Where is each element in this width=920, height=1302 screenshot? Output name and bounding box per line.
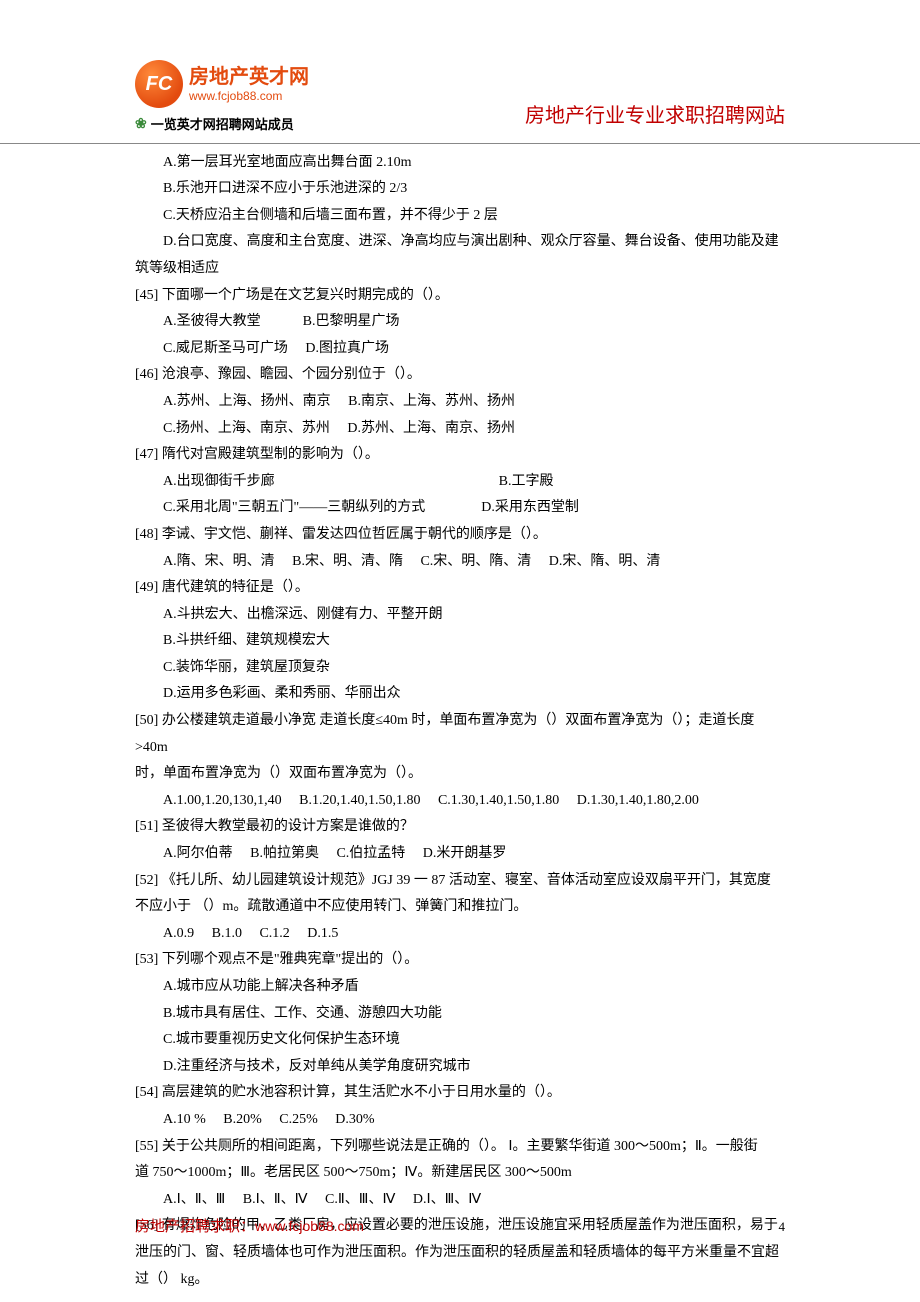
text-line: [50] 办公楼建筑走道最小净宽 走道长度≤40m 时，单面布置净宽为（）双面布…: [135, 708, 785, 761]
text-line: [49] 唐代建筑的特征是（）。: [135, 575, 785, 602]
text-line: A.隋、宋、明、清 B.宋、明、清、隋 C.宋、明、隋、清 D.宋、隋、明、清: [135, 549, 785, 576]
footer-url: www.fcjob88.com: [255, 1218, 364, 1234]
text-line: D.台口宽度、高度和主台宽度、进深、净高均应与演出剧种、观众厅容量、舞台设备、使…: [135, 229, 785, 256]
logo-url: www.fcjob88.com: [189, 89, 309, 103]
text-line: A.10 % B.20% C.25% D.30%: [135, 1107, 785, 1134]
text-line: A.Ⅰ、Ⅱ、Ⅲ B.Ⅰ、Ⅱ、Ⅳ C.Ⅱ、Ⅲ、Ⅳ D.Ⅰ、Ⅲ、Ⅳ: [135, 1187, 785, 1214]
text-line: D.注重经济与技术，反对单纯从美学角度研究城市: [135, 1054, 785, 1081]
text-line: A.出现御街千步廊 B.工字殿: [135, 469, 785, 496]
page-number: 4: [779, 1215, 786, 1240]
text-line: [53] 下列哪个观点不是"雅典宪章"提出的（）。: [135, 947, 785, 974]
text-line: A.圣彼得大教堂 B.巴黎明星广场: [135, 309, 785, 336]
text-line: 道 750～1000m；Ⅲ。老居民区 500～750m；Ⅳ。新建居民区 300～…: [135, 1160, 785, 1187]
logo-row: FC 房地产英才网 www.fcjob88.com: [135, 60, 309, 108]
page-footer: 房地产招聘求职：www.fcjob88.com 4: [135, 1213, 785, 1242]
text-line: C.扬州、上海、南京、苏州 D.苏州、上海、南京、扬州: [135, 416, 785, 443]
text-line: C.采用北周"三朝五门"——三朝纵列的方式 D.采用东西堂制: [135, 495, 785, 522]
text-line: 泄压的门、窗、轻质墙体也可作为泄压面积。作为泄压面积的轻质屋盖和轻质墙体的每平方…: [135, 1240, 785, 1267]
logo-text: 房地产英才网 www.fcjob88.com: [189, 65, 309, 103]
text-line: A.0.9 B.1.0 C.1.2 D.1.5: [135, 921, 785, 948]
text-line: A.第一层耳光室地面应高出舞台面 2.10m: [135, 150, 785, 177]
text-line: C.装饰华丽，建筑屋顶复杂: [135, 655, 785, 682]
page-header: FC 房地产英才网 www.fcjob88.com ❀ 一览英才网招聘网站成员 …: [0, 0, 920, 144]
logo-block: FC 房地产英才网 www.fcjob88.com ❀ 一览英才网招聘网站成员: [135, 60, 309, 139]
footer-left: 房地产招聘求职：www.fcjob88.com: [135, 1213, 364, 1242]
text-line: [52] 《托儿所、幼儿园建筑设计规范》JGJ 39 一 87 活动室、寝室、音…: [135, 868, 785, 895]
text-line: [45] 下面哪一个广场是在文艺复兴时期完成的（）。: [135, 283, 785, 310]
text-line: [51] 圣彼得大教堂最初的设计方案是谁做的？: [135, 814, 785, 841]
logo-subtitle: ❀ 一览英才网招聘网站成员: [135, 112, 294, 139]
text-line: D.运用多色彩画、柔和秀丽、华丽出众: [135, 681, 785, 708]
text-line: 不应小于 （）m。疏散通道中不应使用转门、弹簧门和推拉门。: [135, 894, 785, 921]
text-line: B.城市具有居住、工作、交通、游憩四大功能: [135, 1001, 785, 1028]
text-line: A.苏州、上海、扬州、南京 B.南京、上海、苏州、扬州: [135, 389, 785, 416]
text-line: A.阿尔伯蒂 B.帕拉第奥 C.伯拉孟特 D.米开朗基罗: [135, 841, 785, 868]
logo-cn: 房地产英才网: [189, 65, 309, 89]
text-line: A.1.00,1.20,130,1,40 B.1.20,1.40,1.50,1.…: [135, 788, 785, 815]
footer-label: 房地产招聘求职：: [135, 1219, 255, 1235]
logo-badge: FC: [135, 60, 183, 108]
text-line: B.斗拱纤细、建筑规模宏大: [135, 628, 785, 655]
leaf-icon: ❀: [135, 112, 147, 139]
text-line: [55] 关于公共厕所的相间距离，下列哪些说法是正确的（）。 Ⅰ。主要繁华街道 …: [135, 1134, 785, 1161]
text-line: [48] 李诫、宇文恺、蒯祥、雷发达四位哲匠属于朝代的顺序是（）。: [135, 522, 785, 549]
text-line: C.天桥应沿主台侧墙和后墙三面布置，并不得少于 2 层: [135, 203, 785, 230]
text-line: [54] 高层建筑的贮水池容积计算，其生活贮水不小于日用水量的（）。: [135, 1080, 785, 1107]
text-line: B.乐池开口进深不应小于乐池进深的 2/3: [135, 176, 785, 203]
text-line: C.威尼斯圣马可广场 D.图拉真广场: [135, 336, 785, 363]
text-line: 时，单面布置净宽为（）双面布置净宽为（）。: [135, 761, 785, 788]
text-line: A.斗拱宏大、出檐深远、刚健有力、平整开朗: [135, 602, 785, 629]
logo-sub-text: 一览英才网招聘网站成员: [151, 113, 294, 138]
text-line: C.城市要重视历史文化何保护生态环境: [135, 1027, 785, 1054]
text-line: A.城市应从功能上解决各种矛盾: [135, 974, 785, 1001]
text-line: [46] 沧浪亭、豫园、瞻园、个园分别位于（）。: [135, 362, 785, 389]
text-line: [47] 隋代对宫殿建筑型制的影响为（）。: [135, 442, 785, 469]
text-line: 过（） kg。: [135, 1267, 785, 1294]
text-line: 筑等级相适应: [135, 256, 785, 283]
document-body: A.第一层耳光室地面应高出舞台面 2.10mB.乐池开口进深不应小于乐池进深的 …: [0, 150, 920, 1294]
header-title: 房地产行业专业求职招聘网站: [525, 97, 785, 139]
